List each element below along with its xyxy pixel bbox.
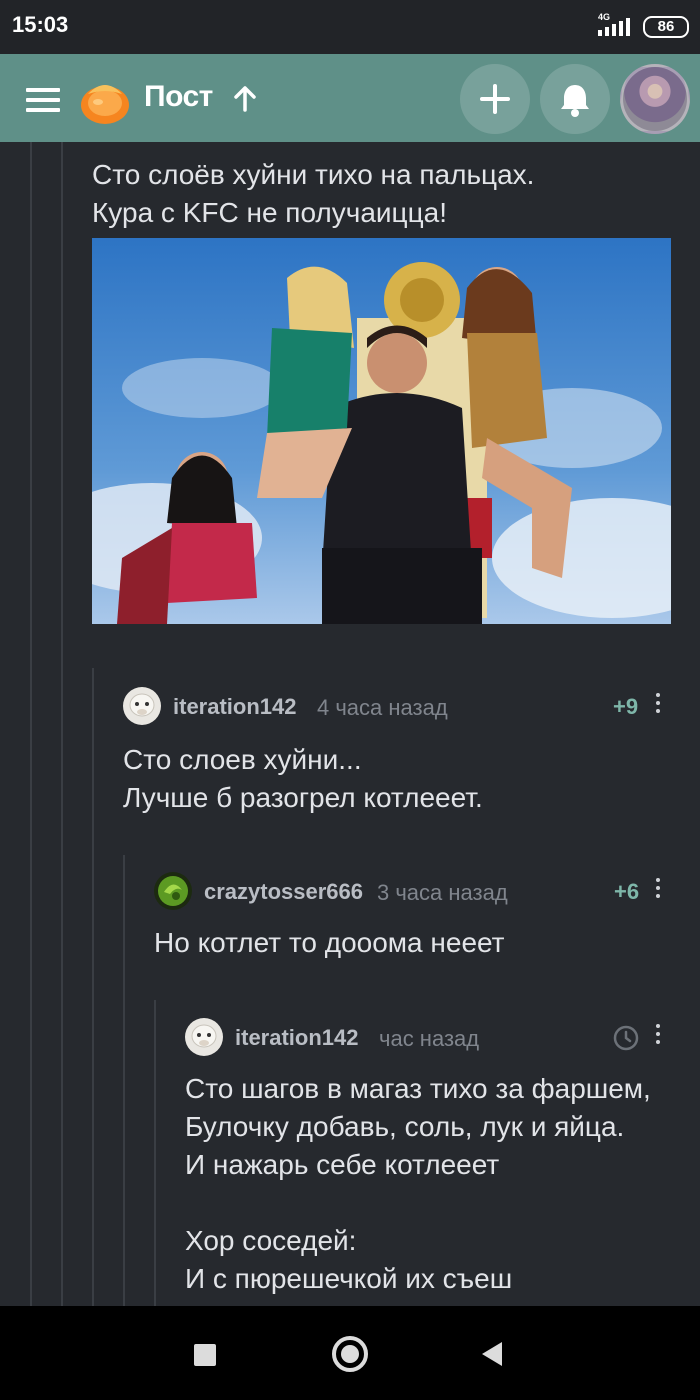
status-time: 15:03 (12, 12, 69, 37)
thread-line (61, 142, 63, 1306)
comment-text: Сто слоёв хуйни тихо на пальцах. Кура с … (92, 159, 535, 228)
home-button[interactable] (332, 1336, 368, 1372)
more-options-icon[interactable] (655, 693, 661, 719)
comment-header: iteration142 час назад (185, 1018, 668, 1058)
hamburger-menu-icon[interactable] (26, 88, 60, 112)
green-avatar-icon (154, 872, 192, 910)
signal-icon (598, 18, 630, 36)
notifications-button[interactable] (540, 64, 610, 134)
commenter-avatar[interactable] (154, 872, 192, 910)
app-header: Пост (0, 54, 700, 142)
comment-rating: +9 (613, 694, 639, 719)
plus-icon (480, 84, 510, 114)
thread-line (123, 855, 125, 1306)
comment-rating: +6 (614, 879, 640, 904)
comment-text: Сто шагов в магаз тихо за фаршем, Булочк… (185, 1073, 651, 1294)
comment-text: Сто слоев хуйни... Лучше б разогрел котл… (123, 744, 483, 813)
back-button[interactable] (482, 1342, 502, 1366)
user-avatar[interactable] (620, 64, 690, 134)
clock-icon[interactable] (612, 1024, 640, 1052)
comment-time: 4 часа назад (317, 695, 448, 720)
comment-author[interactable]: iteration142 (235, 1025, 359, 1051)
comment-author[interactable]: iteration142 (173, 694, 297, 720)
bell-icon (561, 85, 589, 117)
commenter-avatar[interactable] (185, 1018, 223, 1056)
comment-time: час назад (379, 1026, 480, 1051)
page-title: Пост (144, 80, 213, 113)
status-bar: 15:03 4G 86 (0, 0, 700, 54)
comment-author[interactable]: crazytosser666 (204, 879, 363, 905)
more-options-icon[interactable] (655, 878, 661, 904)
comment-header: crazytosser666 3 часа назад +6 (154, 872, 668, 912)
alpaca-avatar-icon (185, 1018, 223, 1056)
add-post-button[interactable] (460, 64, 530, 134)
system-navigation-bar (0, 1306, 700, 1400)
scroll-up-arrow-icon[interactable] (232, 84, 258, 114)
thread-line (92, 668, 94, 1306)
battery-icon: 86 (643, 16, 689, 38)
comment-time: 3 часа назад (377, 880, 508, 905)
thread-line (154, 1000, 156, 1306)
more-options-icon[interactable] (655, 1024, 661, 1050)
photo-illustration (92, 238, 671, 624)
pikabu-logo-icon[interactable] (78, 72, 132, 126)
commenter-avatar[interactable] (123, 687, 161, 725)
comment-image[interactable] (92, 238, 671, 624)
comment-text: Но котлет то дооома нееет (154, 927, 505, 958)
comment-header: iteration142 4 часа назад +9 (123, 687, 668, 727)
recent-apps-button[interactable] (194, 1344, 216, 1366)
thread-line (30, 142, 32, 1306)
alpaca-avatar-icon (123, 687, 161, 725)
